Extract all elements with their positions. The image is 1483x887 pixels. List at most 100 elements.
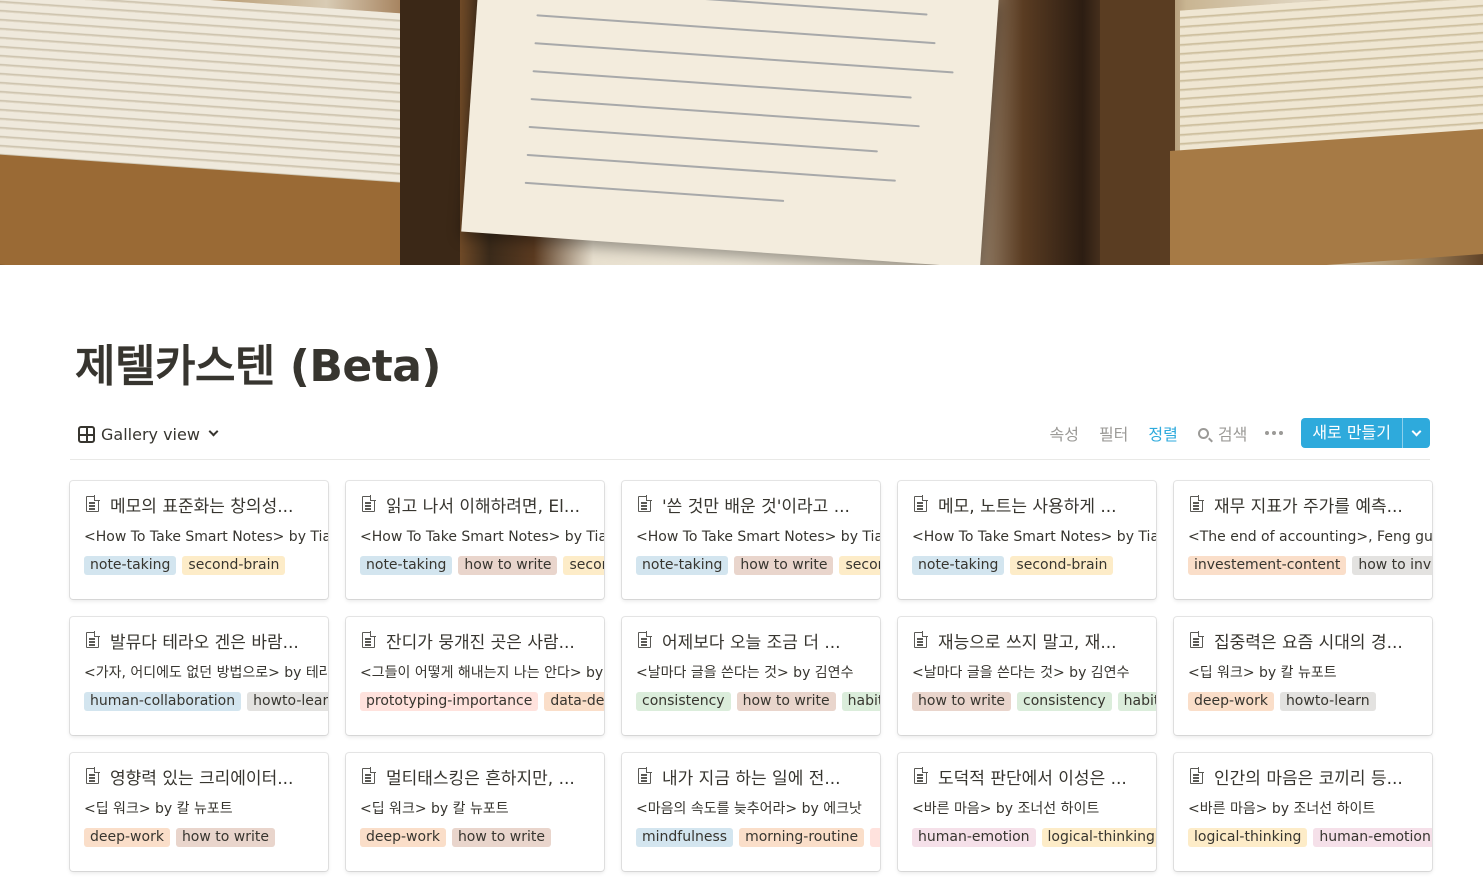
card-source-property: <How To Take Smart Notes> by Tiago [912, 529, 1156, 545]
gallery-card[interactable]: 내가 지금 하는 일에 전... <마음의 속도를 늦추어라> by 에크낫 min… [622, 753, 880, 871]
gallery-card[interactable]: 영향력 있는 크리에이터... <딥 워크> by 칼 뉴포트 deep-work h… [70, 753, 328, 871]
card-title: 어제보다 오늘 조금 더 ... [636, 629, 880, 651]
tag-chip: logical-thinking [1041, 828, 1156, 847]
page-document-icon [362, 495, 376, 512]
page-document-icon [638, 631, 652, 648]
card-tags: note-taking second-brain [912, 556, 1156, 575]
tag-chip: deep-work [360, 828, 446, 847]
card-title: 메모, 노트는 사용하게 ... [912, 493, 1156, 515]
search-button[interactable]: 검색 [1197, 421, 1248, 445]
card-title-text: 도덕적 판단에서 이성은 ... [938, 768, 1127, 788]
tag-chip: deep-work [1188, 692, 1274, 711]
card-title: 재능으로 쓰지 말고, 재... [912, 629, 1156, 651]
card-title-text: 메모, 노트는 사용하게 ... [938, 496, 1117, 516]
tag-chip: how to write [458, 556, 558, 575]
card-tags: note-taking second-brain [84, 556, 328, 575]
filter-button[interactable]: 필터 [1099, 421, 1128, 445]
database-toolbar: Gallery view 속성 필터 정렬 검색 새로 만들기 [70, 414, 1430, 460]
gallery-card[interactable]: 메모의 표준화는 창의성... <How To Take Smart Notes>… [70, 481, 328, 599]
card-title-text: 집중력은 요즘 시대의 경... [1214, 632, 1403, 652]
gallery-card[interactable]: 인간의 마음은 코끼리 등... <바른 마음> by 조너선 하이트 logica… [1174, 753, 1432, 871]
properties-button[interactable]: 속성 [1050, 421, 1079, 445]
gallery-card[interactable]: 메모, 노트는 사용하게 ... <How To Take Smart Notes… [898, 481, 1156, 599]
card-title-text: 멀티태스킹은 흔하지만, ... [386, 768, 575, 788]
search-label: 검색 [1217, 425, 1248, 444]
tag-chip: logical-thinking [1188, 828, 1308, 847]
tag-chip: second-brain [182, 556, 286, 575]
more-options-icon[interactable] [1265, 431, 1284, 435]
card-title: 멀티태스킹은 흔하지만, ... [360, 765, 604, 787]
tag-chip: how to write [175, 828, 275, 847]
page-document-icon [638, 495, 652, 512]
page-document-icon [1190, 767, 1204, 784]
card-title: 발뮤다 테라오 겐은 바람... [84, 629, 328, 651]
gallery-card[interactable]: '쓴 것만 배운 것'이라고 ... <How To Take Smart Not… [622, 481, 880, 599]
tag-chip: habit [841, 692, 880, 711]
card-tags: investement-content how to invest [1188, 556, 1432, 575]
view-switcher[interactable]: Gallery view [78, 422, 219, 446]
tag-chip: mindfulness [636, 828, 734, 847]
gallery-card[interactable]: 잔디가 뭉개진 곳은 사람... <그들이 어떻게 해내는지 나는 안다> by p… [346, 617, 604, 735]
card-source-property: <그들이 어떻게 해내는지 나는 안다> by [360, 665, 604, 681]
card-title: 도덕적 판단에서 이성은 ... [912, 765, 1156, 787]
chevron-down-icon [1411, 426, 1422, 436]
tag-chip: note-taking [912, 556, 1005, 575]
card-tags: prototyping-importance data-design [360, 692, 604, 711]
card-title-text: 영향력 있는 크리에이터... [110, 768, 294, 788]
cover-handwritten-card [461, 0, 999, 265]
chevron-down-icon [208, 426, 219, 437]
tag-chip: second-brain [1010, 556, 1114, 575]
card-tags: logical-thinking human-emotion [1188, 828, 1432, 847]
sort-button[interactable]: 정렬 [1148, 421, 1177, 445]
gallery-card[interactable]: 발뮤다 테라오 겐은 바람... <가자, 어디에도 없던 방법으로> by 테라… [70, 617, 328, 735]
page-document-icon [638, 767, 652, 784]
card-source-property: <가자, 어디에도 없던 방법으로> by 테라오 겐 [84, 665, 328, 681]
gallery-card[interactable]: 집중력은 요즘 시대의 경... <딥 워크> by 칼 뉴포트 deep-work… [1174, 617, 1432, 735]
cover-box-left-side [400, 0, 460, 265]
cover-box-right [1170, 129, 1483, 265]
card-tags: mindfulness morning-routine [636, 828, 880, 847]
tag-chip: note-taking [360, 556, 453, 575]
gallery-card[interactable]: 읽고 나서 이해하려면, El... <How To Take Smart Not… [346, 481, 604, 599]
card-source-property: <바른 마음> by 조너선 하이트 [1188, 801, 1376, 817]
tag-chip: investement-content [1188, 556, 1347, 575]
card-title: '쓴 것만 배운 것'이라고 ... [636, 493, 880, 515]
tag-chip: deep-work [84, 828, 170, 847]
page-document-icon [362, 631, 376, 648]
page-title[interactable]: 제텔카스텐 (Beta) [75, 330, 442, 394]
page-document-icon [1190, 495, 1204, 512]
tag-chip: prototyping-importance [360, 692, 539, 711]
gallery-card[interactable]: 멀티태스킹은 흔하지만, ... <딥 워크> by 칼 뉴포트 deep-work… [346, 753, 604, 871]
card-source-property: <How To Take Smart Notes> by Tiago [84, 529, 328, 545]
card-title: 메모의 표준화는 창의성... [84, 493, 328, 515]
card-tags: how to write consistency habit [912, 692, 1156, 711]
tag-chip: how to write [734, 556, 834, 575]
card-title-text: 재능으로 쓰지 말고, 재... [938, 632, 1117, 652]
toolbar-actions: 속성 필터 정렬 검색 새로 만들기 [1030, 418, 1430, 448]
page-document-icon [914, 631, 928, 648]
page-document-icon [86, 495, 100, 512]
tag-chip: morning-routine [739, 828, 865, 847]
page-document-icon [914, 495, 928, 512]
gallery-card[interactable]: 재능으로 쓰지 말고, 재... <날마다 글을 쓴다는 것> by 김연수 how… [898, 617, 1156, 735]
card-title: 인간의 마음은 코끼리 등... [1188, 765, 1432, 787]
new-page-button[interactable]: 새로 만들기 [1301, 418, 1430, 448]
tag-chip: note-taking [84, 556, 177, 575]
gallery-grid: 메모의 표준화는 창의성... <How To Take Smart Notes>… [70, 481, 1432, 871]
gallery-card[interactable]: 도덕적 판단에서 이성은 ... <바른 마음> by 조너선 하이트 human-… [898, 753, 1156, 871]
tag-chip: human-emotion [1313, 828, 1432, 847]
card-tags: consistency how to write habit [636, 692, 880, 711]
card-title: 잔디가 뭉개진 곳은 사람... [360, 629, 604, 651]
gallery-card[interactable]: 재무 지표가 주가를 예측... <The end of accounting>,… [1174, 481, 1432, 599]
card-source-property: <The end of accounting>, Feng gu [1188, 529, 1432, 545]
gallery-grid-icon [78, 425, 95, 443]
gallery-card[interactable]: 어제보다 오늘 조금 더 ... <날마다 글을 쓴다는 것> by 김연수 con… [622, 617, 880, 735]
tag-chip: consistency [636, 692, 731, 711]
card-title: 읽고 나서 이해하려면, El... [360, 493, 604, 515]
card-source-property: <딥 워크> by 칼 뉴포트 [1188, 665, 1337, 681]
card-title: 내가 지금 하는 일에 전... [636, 765, 880, 787]
new-page-template-dropdown[interactable] [1402, 418, 1430, 448]
card-source-property: <How To Take Smart Notes> by Tiago [360, 529, 604, 545]
page-document-icon [1190, 631, 1204, 648]
card-title-text: 인간의 마음은 코끼리 등... [1214, 768, 1403, 788]
